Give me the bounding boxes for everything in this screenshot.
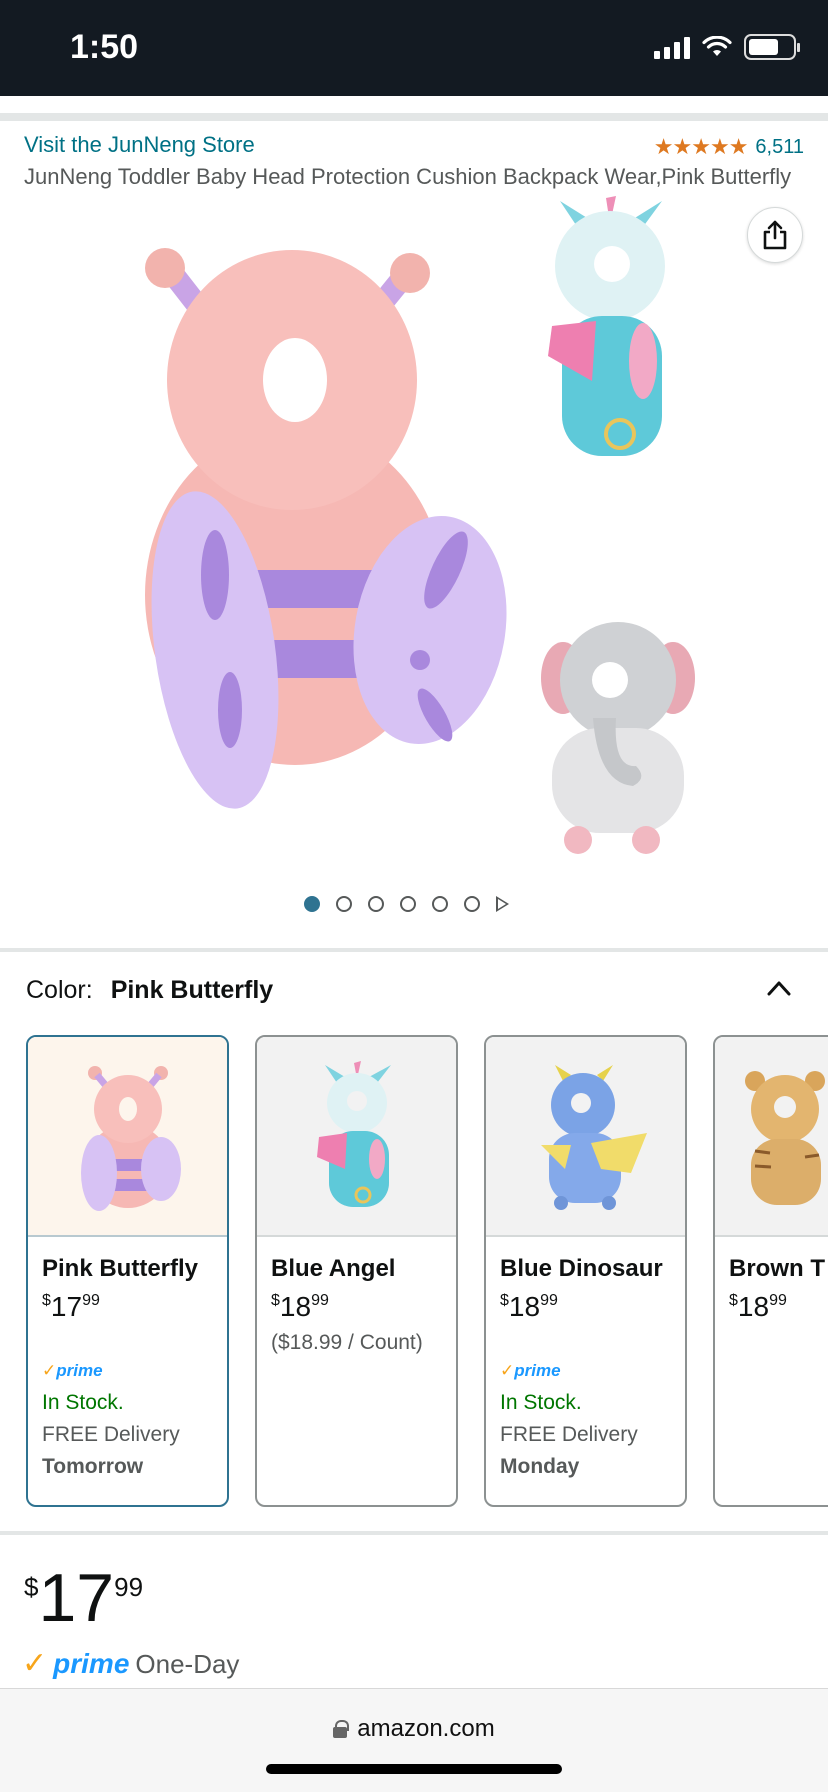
star-rating-icon: ★★★★★ [653, 134, 749, 159]
swatch-image [715, 1037, 828, 1237]
carousel-dot[interactable] [336, 896, 352, 912]
swatch-blue-angel[interactable]: Blue Angel $1899 ($18.99 / Count) [255, 1035, 458, 1507]
carousel-next-icon[interactable] [496, 896, 509, 912]
swatch-pink-butterfly[interactable]: Pink Butterfly $1799 ✓prime In Stock. FR… [26, 1035, 229, 1507]
home-indicator[interactable] [266, 1764, 562, 1774]
buybox-price: $ 17 99 [24, 1560, 144, 1636]
brown-tiger-thumb [745, 1071, 825, 1205]
color-label: Color: [26, 976, 93, 1004]
delivery-text: FREE Delivery [500, 1423, 638, 1446]
selected-color: Pink Butterfly [110, 976, 274, 1004]
blue-angel-thumb [316, 1061, 391, 1207]
prime-logo: prime [53, 1648, 130, 1679]
prime-one-day: ✓ prime One-Day [22, 1646, 239, 1681]
url-domain[interactable]: amazon.com [357, 1715, 494, 1743]
divider [0, 948, 828, 952]
pink-butterfly-thumb [80, 1066, 181, 1211]
swatch-image [28, 1037, 227, 1237]
chevron-up-icon[interactable] [767, 976, 791, 1000]
stock-status: In Stock. [500, 1391, 582, 1414]
carousel-dot[interactable] [368, 896, 384, 912]
color-selector-header: Color: Pink Butterfly [26, 976, 273, 1005]
carousel-dot[interactable] [304, 896, 320, 912]
swatch-price: $1799 [42, 1291, 100, 1322]
battery-icon [744, 34, 800, 60]
delivery-day: Tomorrow [42, 1455, 144, 1478]
product-image-pink-butterfly[interactable] [130, 230, 530, 830]
delivery-text: FREE Delivery [42, 1423, 180, 1446]
swatch-name: Pink Butterfly [42, 1255, 199, 1282]
share-icon [763, 220, 787, 250]
swatch-name: Blue Dinosaur [500, 1255, 663, 1282]
browser-url-bar[interactable]: amazon.com [0, 1688, 828, 1792]
product-image-gray-elephant[interactable] [538, 618, 698, 858]
wifi-icon [702, 36, 732, 56]
product-image-blue-angel[interactable] [530, 196, 690, 476]
swatch-price: $1899 [271, 1291, 329, 1322]
swatch-brown[interactable]: Brown T $1899 [713, 1035, 828, 1507]
lock-icon [333, 1720, 350, 1738]
blue-dinosaur-thumb [540, 1065, 647, 1210]
prime-badge: ✓prime [500, 1361, 561, 1380]
prime-badge: ✓prime [42, 1361, 103, 1380]
carousel-dot[interactable] [464, 896, 480, 912]
color-swatch-list[interactable]: Pink Butterfly $1799 ✓prime In Stock. FR… [26, 1035, 828, 1509]
status-bar: 1:50 [0, 0, 828, 96]
carousel-dot[interactable] [400, 896, 416, 912]
rating-count[interactable]: 6,511 [755, 136, 804, 159]
store-link[interactable]: Visit the JunNeng Store [24, 132, 255, 158]
product-title: JunNeng Toddler Baby Head Protection Cus… [24, 164, 792, 189]
carousel-pagination[interactable] [304, 896, 509, 912]
status-time: 1:50 [70, 28, 139, 66]
cellular-signal-icon [654, 35, 690, 59]
swatch-image [257, 1037, 456, 1237]
swatch-name: Blue Angel [271, 1255, 396, 1282]
stock-status: In Stock. [42, 1391, 124, 1414]
divider [0, 1531, 828, 1535]
swatch-price: $1899 [729, 1291, 787, 1322]
divider [0, 113, 828, 121]
prime-check-icon: ✓ [22, 1647, 48, 1680]
carousel-dot[interactable] [432, 896, 448, 912]
swatch-name: Brown T [729, 1255, 825, 1282]
share-button[interactable] [747, 207, 803, 263]
prime-one-day-label: One-Day [135, 1649, 240, 1679]
rating[interactable]: ★★★★★ 6,511 [654, 134, 804, 160]
status-icons [654, 34, 800, 60]
delivery-day: Monday [500, 1455, 580, 1478]
swatch-price: $1899 [500, 1291, 558, 1322]
unit-price: ($18.99 / Count) [271, 1331, 423, 1354]
swatch-image [486, 1037, 685, 1237]
swatch-blue-dinosaur[interactable]: Blue Dinosaur $1899 ✓prime In Stock. FRE… [484, 1035, 687, 1507]
